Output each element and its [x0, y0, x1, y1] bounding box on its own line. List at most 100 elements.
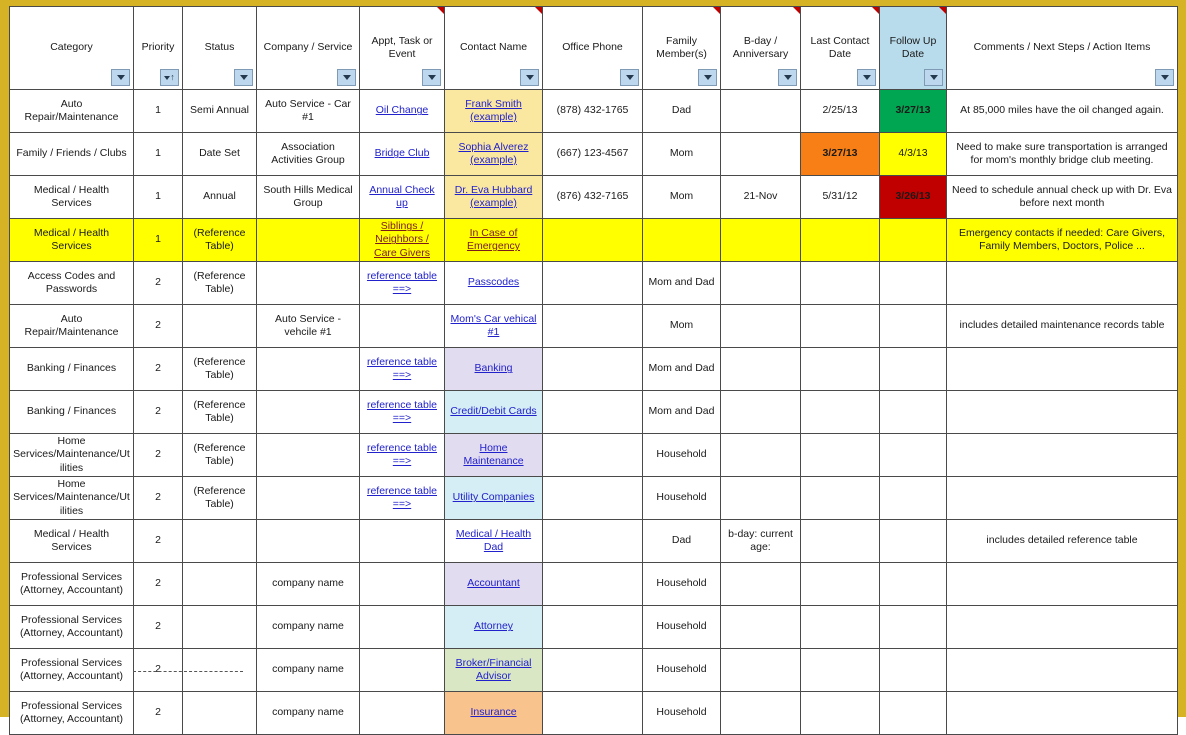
comments-cell[interactable]: At 85,000 miles have the oil changed aga…	[946, 89, 1178, 133]
category-cell[interactable]: Medical / Health Services	[9, 175, 134, 219]
priority-cell[interactable]: 1	[133, 89, 183, 133]
birthday-cell[interactable]	[720, 304, 801, 348]
company-cell[interactable]: company name	[256, 562, 360, 606]
last-contact-date-cell[interactable]	[800, 433, 880, 477]
company-cell[interactable]: company name	[256, 691, 360, 735]
category-cell[interactable]: Auto Repair/Maintenance	[9, 89, 134, 133]
appointment-cell[interactable]	[359, 648, 445, 692]
status-cell[interactable]	[182, 648, 257, 692]
contact-name-link[interactable]: Banking	[475, 362, 513, 374]
table-row[interactable]: Home Services/Maintenance/Utilities 2 (Ref…	[9, 476, 1178, 520]
priority-cell[interactable]: 2	[133, 390, 183, 434]
priority-cell[interactable]: 1	[133, 218, 183, 262]
follow-up-date-cell[interactable]	[879, 347, 947, 391]
follow-up-date-cell[interactable]	[879, 304, 947, 348]
appointment-link[interactable]: reference table ==>	[367, 485, 437, 510]
table-row[interactable]: Medical / Health Services 1 Annual South Hi…	[9, 175, 1178, 219]
priority-cell[interactable]: 2	[133, 261, 183, 305]
contact-name-cell[interactable]: Mom's Car vehical #1	[444, 304, 543, 348]
family-members-cell[interactable]: Household	[642, 691, 721, 735]
company-cell[interactable]: Auto Service - Car #1	[256, 89, 360, 133]
follow-up-date-cell[interactable]	[879, 261, 947, 305]
appointment-link[interactable]: Oil Change	[376, 104, 429, 116]
filter-dropdown-icon[interactable]	[422, 69, 441, 86]
last-contact-date-cell[interactable]	[800, 648, 880, 692]
appointment-link[interactable]: reference table ==>	[367, 399, 437, 424]
table-row[interactable]: Banking / Finances 2 (Reference Table) refe…	[9, 390, 1178, 434]
office-phone-cell[interactable]: (667) 123-4567	[542, 132, 643, 176]
filter-dropdown-icon[interactable]	[1155, 69, 1174, 86]
category-cell[interactable]: Banking / Finances	[9, 390, 134, 434]
contact-name-link[interactable]: Attorney	[474, 620, 513, 632]
family-members-cell[interactable]: Household	[642, 433, 721, 477]
company-cell[interactable]: South Hills Medical Group	[256, 175, 360, 219]
table-row[interactable]: Family / Friends / Clubs 1 Date Set Associa…	[9, 132, 1178, 176]
last-contact-date-cell[interactable]	[800, 476, 880, 520]
company-cell[interactable]	[256, 390, 360, 434]
status-cell[interactable]	[182, 605, 257, 649]
birthday-cell[interactable]	[720, 433, 801, 477]
status-cell[interactable]	[182, 519, 257, 563]
family-members-cell[interactable]: Mom	[642, 132, 721, 176]
company-cell[interactable]	[256, 347, 360, 391]
table-row[interactable]: Professional Services (Attorney, Account…	[9, 648, 1178, 692]
birthday-cell[interactable]	[720, 605, 801, 649]
comments-cell[interactable]	[946, 605, 1178, 649]
category-cell[interactable]: Professional Services (Attorney, Account…	[9, 648, 134, 692]
last-contact-date-cell[interactable]	[800, 218, 880, 262]
filter-dropdown-icon[interactable]	[778, 69, 797, 86]
category-cell[interactable]: Family / Friends / Clubs	[9, 132, 134, 176]
family-members-cell[interactable]: Mom	[642, 304, 721, 348]
filter-sort-ascending-icon[interactable]: ↑	[160, 69, 179, 86]
contact-name-link[interactable]: Medical / Health Dad	[456, 528, 531, 553]
family-members-cell[interactable]: Mom	[642, 175, 721, 219]
follow-up-date-cell[interactable]	[879, 218, 947, 262]
priority-cell[interactable]: 2	[133, 562, 183, 606]
birthday-cell[interactable]	[720, 132, 801, 176]
office-phone-cell[interactable]	[542, 218, 643, 262]
follow-up-date-cell[interactable]	[879, 390, 947, 434]
birthday-cell[interactable]	[720, 218, 801, 262]
office-phone-cell[interactable]	[542, 390, 643, 434]
appointment-cell[interactable]	[359, 691, 445, 735]
family-members-cell[interactable]: Household	[642, 562, 721, 606]
appointment-cell[interactable]: Bridge Club	[359, 132, 445, 176]
contact-name-cell[interactable]: Frank Smith (example)	[444, 89, 543, 133]
category-cell[interactable]: Auto Repair/Maintenance	[9, 304, 134, 348]
follow-up-date-cell[interactable]	[879, 605, 947, 649]
appointment-cell[interactable]	[359, 562, 445, 606]
contact-name-link[interactable]: Home Maintenance	[463, 442, 523, 467]
follow-up-date-cell[interactable]	[879, 562, 947, 606]
appointment-cell[interactable]: reference table ==>	[359, 390, 445, 434]
status-cell[interactable]: (Reference Table)	[182, 390, 257, 434]
follow-up-date-cell[interactable]: 4/3/13	[879, 132, 947, 176]
office-phone-cell[interactable]	[542, 691, 643, 735]
family-members-cell[interactable]: Mom and Dad	[642, 347, 721, 391]
family-members-cell[interactable]: Mom and Dad	[642, 390, 721, 434]
contact-name-cell[interactable]: Attorney	[444, 605, 543, 649]
appointment-cell[interactable]: Annual Check up	[359, 175, 445, 219]
priority-cell[interactable]: 2	[133, 476, 183, 520]
contact-name-cell[interactable]: Dr. Eva Hubbard (example)	[444, 175, 543, 219]
priority-cell[interactable]: 2	[133, 648, 183, 692]
contact-name-link[interactable]: Accountant	[467, 577, 520, 589]
filter-dropdown-icon[interactable]	[111, 69, 130, 86]
category-cell[interactable]: Professional Services (Attorney, Account…	[9, 562, 134, 606]
status-cell[interactable]	[182, 304, 257, 348]
office-phone-cell[interactable]	[542, 347, 643, 391]
table-row[interactable]: Professional Services (Attorney, Account…	[9, 605, 1178, 649]
birthday-cell[interactable]	[720, 691, 801, 735]
status-cell[interactable]: (Reference Table)	[182, 218, 257, 262]
priority-cell[interactable]: 2	[133, 347, 183, 391]
status-cell[interactable]	[182, 562, 257, 606]
table-row[interactable]: Professional Services (Attorney, Account…	[9, 691, 1178, 735]
priority-cell[interactable]: 2	[133, 433, 183, 477]
family-members-cell[interactable]: Household	[642, 476, 721, 520]
appointment-cell[interactable]: Siblings / Neighbors / Care Givers	[359, 218, 445, 262]
office-phone-cell[interactable]	[542, 261, 643, 305]
contact-name-cell[interactable]: Banking	[444, 347, 543, 391]
table-row[interactable]: Professional Services (Attorney, Account…	[9, 562, 1178, 606]
table-row[interactable]: Access Codes and Passwords 2 (Reference Ta…	[9, 261, 1178, 305]
family-members-cell[interactable]	[642, 218, 721, 262]
last-contact-date-cell[interactable]	[800, 261, 880, 305]
